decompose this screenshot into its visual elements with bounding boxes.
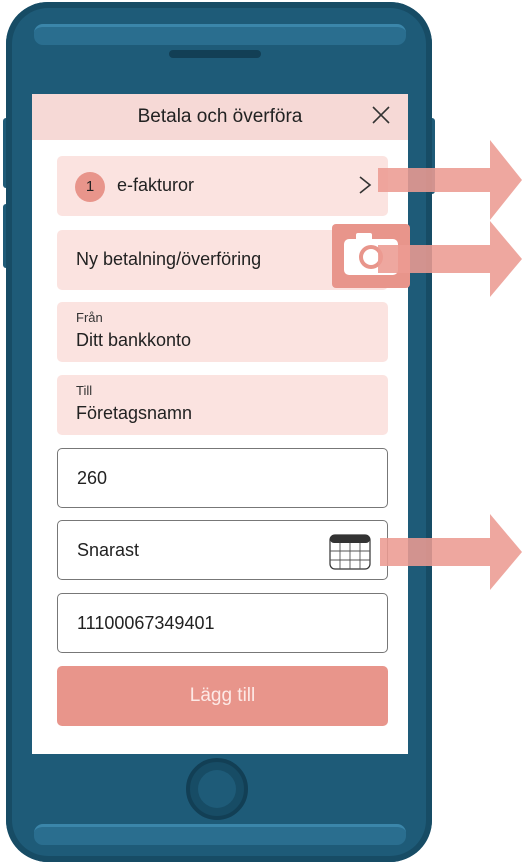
close-icon[interactable] — [370, 104, 392, 126]
home-button[interactable] — [186, 758, 248, 820]
efakturor-label: e-fakturor — [117, 175, 195, 195]
app-screen: Betala och överföra 1 e-fakturor Ny beta… — [32, 94, 410, 754]
arrow-right-icon — [380, 514, 522, 590]
from-label: Från — [76, 310, 103, 325]
efakturor-row[interactable]: 1 e-fakturor — [57, 156, 388, 216]
arrow-right-icon — [378, 140, 522, 220]
dialog-header: Betala och överföra — [32, 94, 408, 140]
phone-bottom-bezel — [34, 824, 406, 845]
from-value: Ditt bankkonto — [76, 330, 192, 350]
calendar-icon[interactable] — [329, 534, 371, 570]
reference-value: 11100067349401 — [77, 613, 215, 633]
amount-value: 260 — [77, 468, 108, 488]
to-label: Till — [76, 383, 93, 398]
new-payment-label: Ny betalning/överföring — [76, 249, 262, 269]
from-row[interactable]: Från Ditt bankkonto — [57, 302, 388, 362]
phone-speaker — [169, 50, 261, 58]
phone-top-bezel — [34, 24, 406, 45]
new-payment-row[interactable]: Ny betalning/överföring — [57, 224, 410, 290]
to-row[interactable]: Till Företagsnamn — [57, 375, 388, 435]
arrow-right-icon — [378, 221, 522, 297]
amount-field[interactable]: 260 — [57, 448, 388, 508]
date-value: Snarast — [77, 540, 140, 560]
reference-field[interactable]: 11100067349401 — [57, 593, 388, 653]
add-button[interactable]: Lägg till — [57, 666, 388, 726]
chevron-right-icon — [359, 176, 372, 194]
page-title: Betala och överföra — [137, 106, 303, 127]
date-field[interactable]: Snarast — [57, 520, 388, 580]
phone-frame: Betala och överföra 1 e-fakturor Ny beta… — [6, 2, 432, 862]
efakturor-count-badge: 1 — [75, 172, 105, 202]
to-value: Företagsnamn — [76, 403, 193, 423]
